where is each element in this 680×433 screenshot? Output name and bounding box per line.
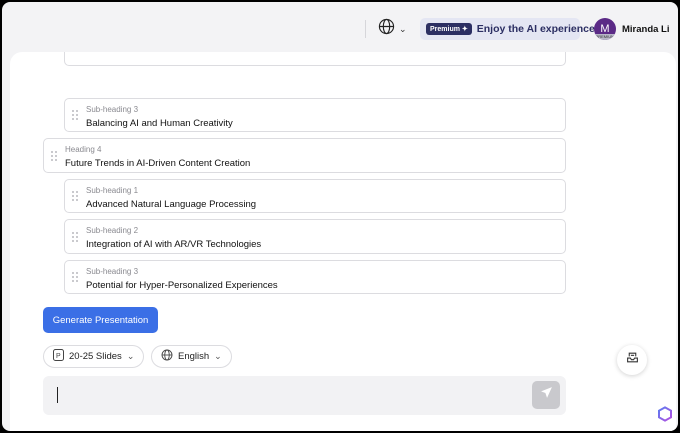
svg-text:P: P <box>56 353 61 360</box>
outline-item-level: Sub-heading 3 <box>86 267 139 276</box>
outline-card[interactable]: Sub-heading 2 Integration of AI with AR/… <box>64 219 566 254</box>
chevron-down-icon: ⌄ <box>126 351 135 361</box>
outline-item-title[interactable]: Potential for Hyper-Personalized Experie… <box>86 280 278 291</box>
drag-handle-icon[interactable] <box>72 191 78 201</box>
globe-icon <box>161 349 173 364</box>
language-switcher[interactable]: ⌄ <box>378 18 412 40</box>
text-caret <box>57 387 58 403</box>
avatar[interactable]: M PREMIUM <box>594 18 616 40</box>
app-window: ⌄ Premium ✦ Enjoy the AI experience. > M… <box>2 2 678 431</box>
send-button[interactable] <box>532 381 560 409</box>
inbox-icon <box>626 351 639 369</box>
drag-handle-icon[interactable] <box>51 150 57 161</box>
outline-card-partial[interactable] <box>64 52 566 66</box>
inbox-button[interactable] <box>617 345 647 375</box>
chevron-down-icon: ⌄ <box>214 351 222 361</box>
outline-item-level: Heading 4 <box>65 145 102 154</box>
outline-item-level: Sub-heading 3 <box>86 105 139 114</box>
chevron-down-icon: ⌄ <box>399 23 407 34</box>
app-logo-icon[interactable] <box>656 405 674 423</box>
outline-item-title[interactable]: Future Trends in AI-Driven Content Creat… <box>65 158 250 169</box>
divider <box>365 20 366 38</box>
premium-promo-banner[interactable]: Premium ✦ Enjoy the AI experience. > <box>420 18 608 40</box>
outline-item-title[interactable]: Advanced Natural Language Processing <box>86 199 256 210</box>
main-panel: Sub-heading 3 Balancing AI and Human Cre… <box>10 52 676 431</box>
globe-icon <box>378 18 395 40</box>
slide-count-select[interactable]: P 20-25 Slides ⌄ <box>43 345 145 368</box>
drag-handle-icon[interactable] <box>72 231 78 242</box>
slides-icon: P <box>53 349 64 364</box>
outline-card[interactable]: Sub-heading 3 Potential for Hyper-Person… <box>64 260 566 294</box>
outline-item-level: Sub-heading 1 <box>86 186 139 195</box>
outline-item-title[interactable]: Balancing AI and Human Creativity <box>86 118 233 129</box>
chat-input[interactable] <box>43 376 566 415</box>
user-name[interactable]: Miranda Li <box>622 24 670 35</box>
premium-badge: Premium ✦ <box>426 23 472 35</box>
send-icon <box>540 386 553 404</box>
outline-card-heading[interactable]: Heading 4 Future Trends in AI-Driven Con… <box>43 138 566 173</box>
promo-text: Enjoy the AI experience. <box>476 23 598 35</box>
top-bar: ⌄ Premium ✦ Enjoy the AI experience. > M… <box>2 2 678 52</box>
outline-card[interactable]: Sub-heading 3 Balancing AI and Human Cre… <box>64 98 566 132</box>
outline-item-level: Sub-heading 2 <box>86 226 139 235</box>
outline-item-title[interactable]: Integration of AI with AR/VR Technologie… <box>86 239 261 250</box>
generate-presentation-button[interactable]: Generate Presentation <box>43 307 158 333</box>
language-value: English <box>178 351 210 362</box>
outline-card[interactable]: Sub-heading 1 Advanced Natural Language … <box>64 179 566 213</box>
avatar-premium-tag: PREMIUM <box>594 34 616 40</box>
slide-count-value: 20-25 Slides <box>69 351 122 362</box>
drag-handle-icon[interactable] <box>72 110 78 120</box>
language-select[interactable]: English ⌄ <box>151 345 232 368</box>
drag-handle-icon[interactable] <box>72 272 78 282</box>
